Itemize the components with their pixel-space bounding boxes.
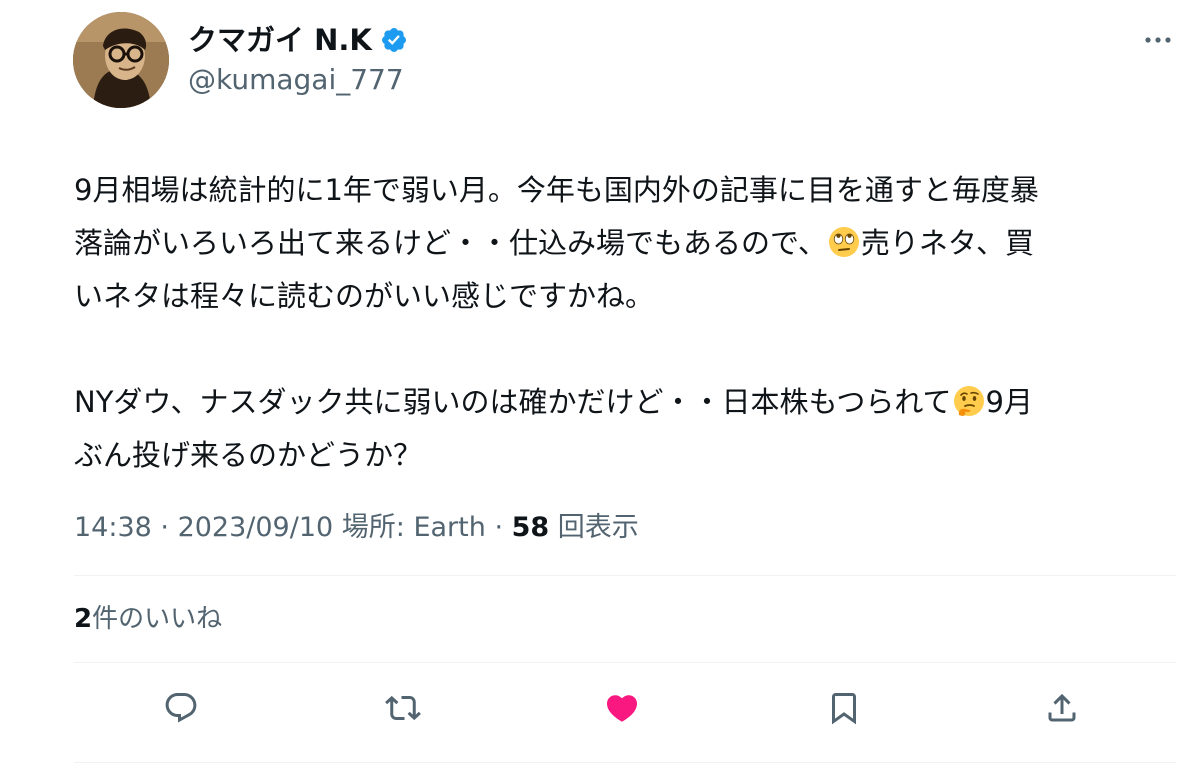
- tweet-line: ぶん投げ来るのかどうか？: [74, 438, 423, 472]
- like-button[interactable]: [602, 688, 642, 728]
- tweet-meta: 14:38 · 2023/09/10 場所: Earth · 58 回表示: [74, 510, 639, 546]
- divider: [74, 575, 1176, 576]
- likes-count: 2: [74, 604, 93, 634]
- share-icon: [1048, 693, 1076, 722]
- tweet-location: 場所: Earth: [333, 512, 486, 543]
- tweet-time[interactable]: 14:38: [74, 512, 152, 543]
- meta-separator: ·: [151, 512, 178, 543]
- thinking-face-emoji: [953, 381, 985, 416]
- bookmark-button[interactable]: [824, 688, 864, 728]
- retweet-icon: [385, 695, 421, 721]
- avatar[interactable]: [73, 12, 169, 108]
- views-count: 58: [511, 512, 550, 543]
- tweet-line: 落論がいろいろ出て来るけど・・仕込み場でもあるので、 売りネタ、買: [74, 217, 1174, 270]
- share-button[interactable]: [1042, 688, 1082, 728]
- bookmark-icon: [832, 693, 856, 725]
- divider: [74, 762, 1176, 763]
- tweet-date[interactable]: 2023/09/10: [178, 512, 334, 543]
- verified-badge-icon: [380, 26, 408, 54]
- avatar-image: [73, 12, 169, 108]
- tweet-line: いネタは程々に読むのがいい感じですかね。: [74, 279, 655, 313]
- divider: [74, 662, 1176, 663]
- author-handle[interactable]: @kumagai_777: [188, 62, 404, 98]
- meta-separator: ·: [485, 512, 512, 543]
- heart-filled-icon: [606, 695, 638, 722]
- views-label: 回表示: [549, 512, 639, 543]
- tweet-text: 9月相場は統計的に1年で弱い月。今年も国内外の記事に目を通すと毎度暴 落論がいろ…: [74, 164, 1174, 482]
- reply-icon: [165, 693, 197, 723]
- face-with-rolling-eyes-emoji: [828, 222, 860, 257]
- retweet-button[interactable]: [383, 688, 423, 728]
- likes-summary[interactable]: 2件のいいね: [74, 601, 222, 637]
- reply-button[interactable]: [161, 688, 201, 728]
- likes-label: 件のいいね: [92, 604, 223, 634]
- more-options-button[interactable]: [1140, 28, 1176, 52]
- tweet-line: NYダウ、ナスダック共に弱いのは確かだけど・・日本株もつられて 9月: [74, 376, 1174, 429]
- tweet-line: 9月相場は統計的に1年で弱い月。今年も国内外の記事に目を通すと毎度暴: [74, 173, 1039, 207]
- more-horizontal-icon: [1145, 37, 1171, 43]
- author-display-name[interactable]: クマガイ N.K: [188, 22, 372, 58]
- author-display-name-row[interactable]: クマガイ N.K: [188, 22, 408, 58]
